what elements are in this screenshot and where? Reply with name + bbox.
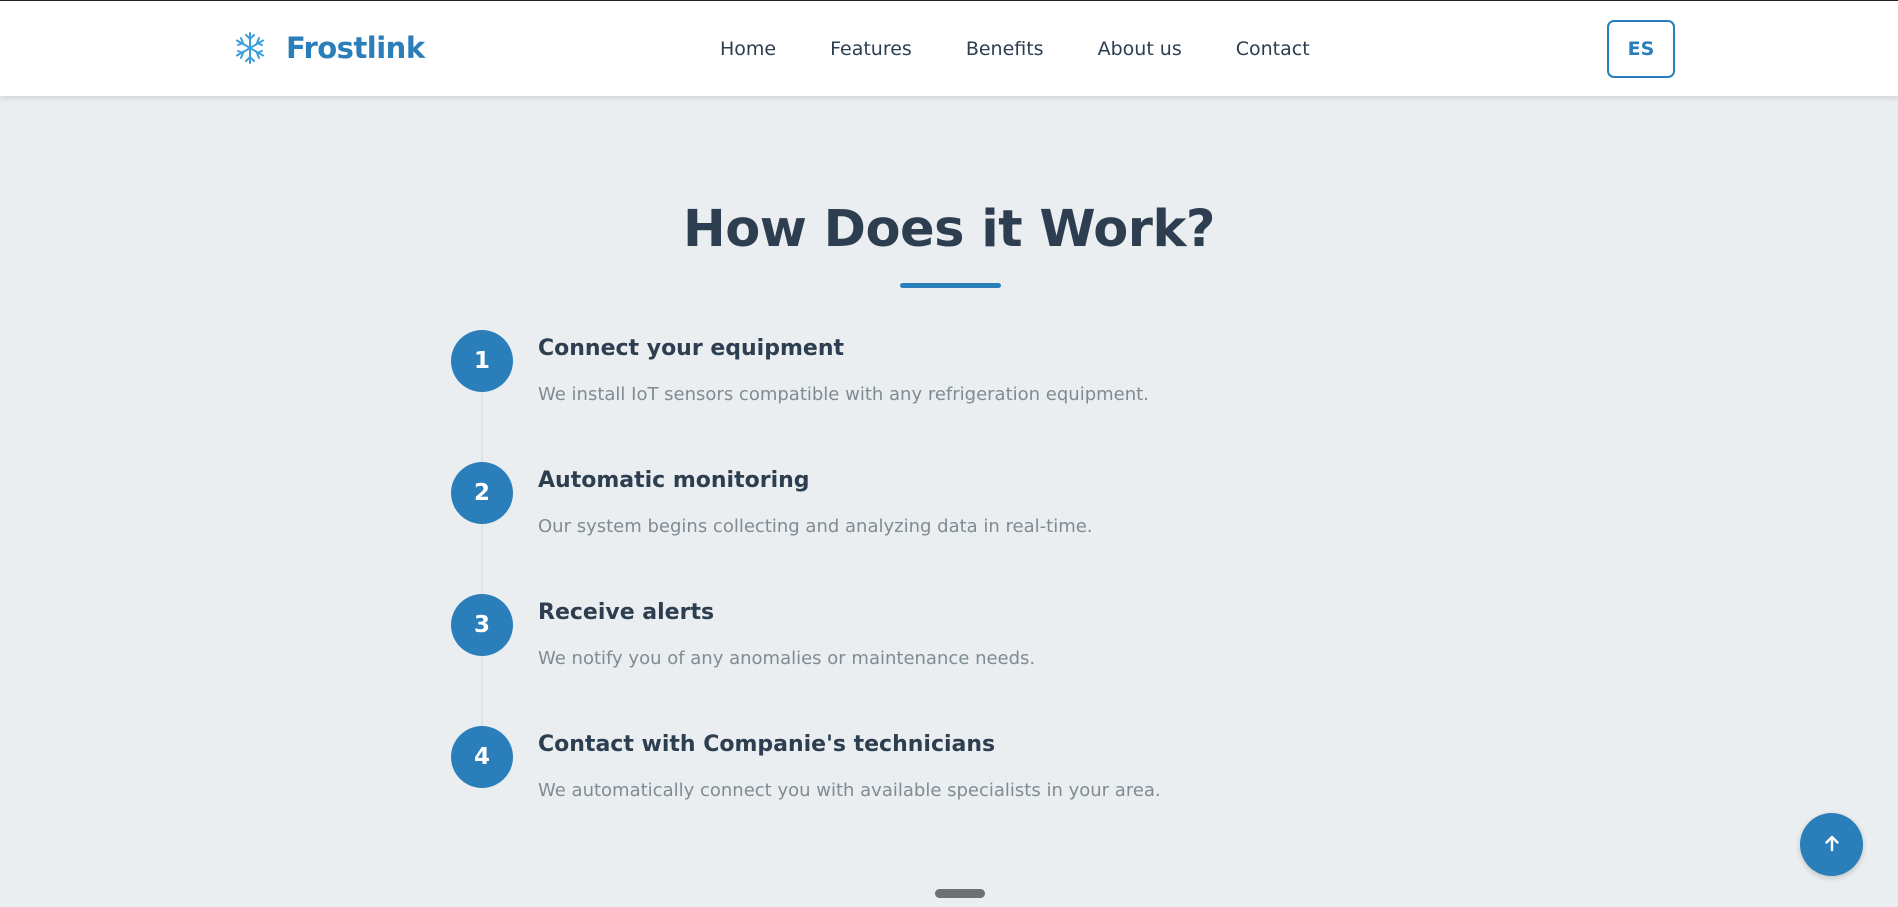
language-toggle-button[interactable]: ES [1607, 20, 1675, 78]
step-description: Our system begins collecting and analyzi… [538, 516, 1093, 537]
snowflake-icon [234, 30, 266, 66]
step-description: We notify you of any anomalies or mainte… [538, 648, 1036, 669]
step-title: Contact with Companie's technicians [538, 732, 996, 757]
back-to-top-button[interactable] [1800, 813, 1863, 876]
arrow-up-icon [1823, 834, 1841, 856]
brand-logo[interactable]: Frostlink [234, 30, 425, 66]
scroll-indicator-handle[interactable] [935, 889, 985, 898]
title-underline [900, 283, 1001, 288]
step-description: We install IoT sensors compatible with a… [538, 384, 1149, 405]
step-number-badge: 1 [451, 330, 513, 392]
site-header: Frostlink Home Features Benefits About u… [0, 1, 1898, 96]
step-number-badge: 2 [451, 462, 513, 524]
main-nav: Home Features Benefits About us Contact [720, 37, 1364, 61]
step-title: Receive alerts [538, 600, 715, 625]
step-title: Connect your equipment [538, 336, 844, 361]
nav-benefits[interactable]: Benefits [966, 37, 1044, 61]
step-title: Automatic monitoring [538, 468, 810, 493]
timeline-connector [481, 360, 483, 760]
step-number-badge: 4 [451, 726, 513, 788]
nav-home[interactable]: Home [720, 37, 776, 61]
brand-name: Frostlink [286, 31, 425, 65]
nav-contact[interactable]: Contact [1236, 37, 1310, 61]
section-title: How Does it Work? [683, 200, 1215, 259]
nav-features[interactable]: Features [830, 37, 912, 61]
nav-about-us[interactable]: About us [1098, 37, 1182, 61]
step-number-badge: 3 [451, 594, 513, 656]
step-description: We automatically connect you with availa… [538, 780, 1161, 801]
